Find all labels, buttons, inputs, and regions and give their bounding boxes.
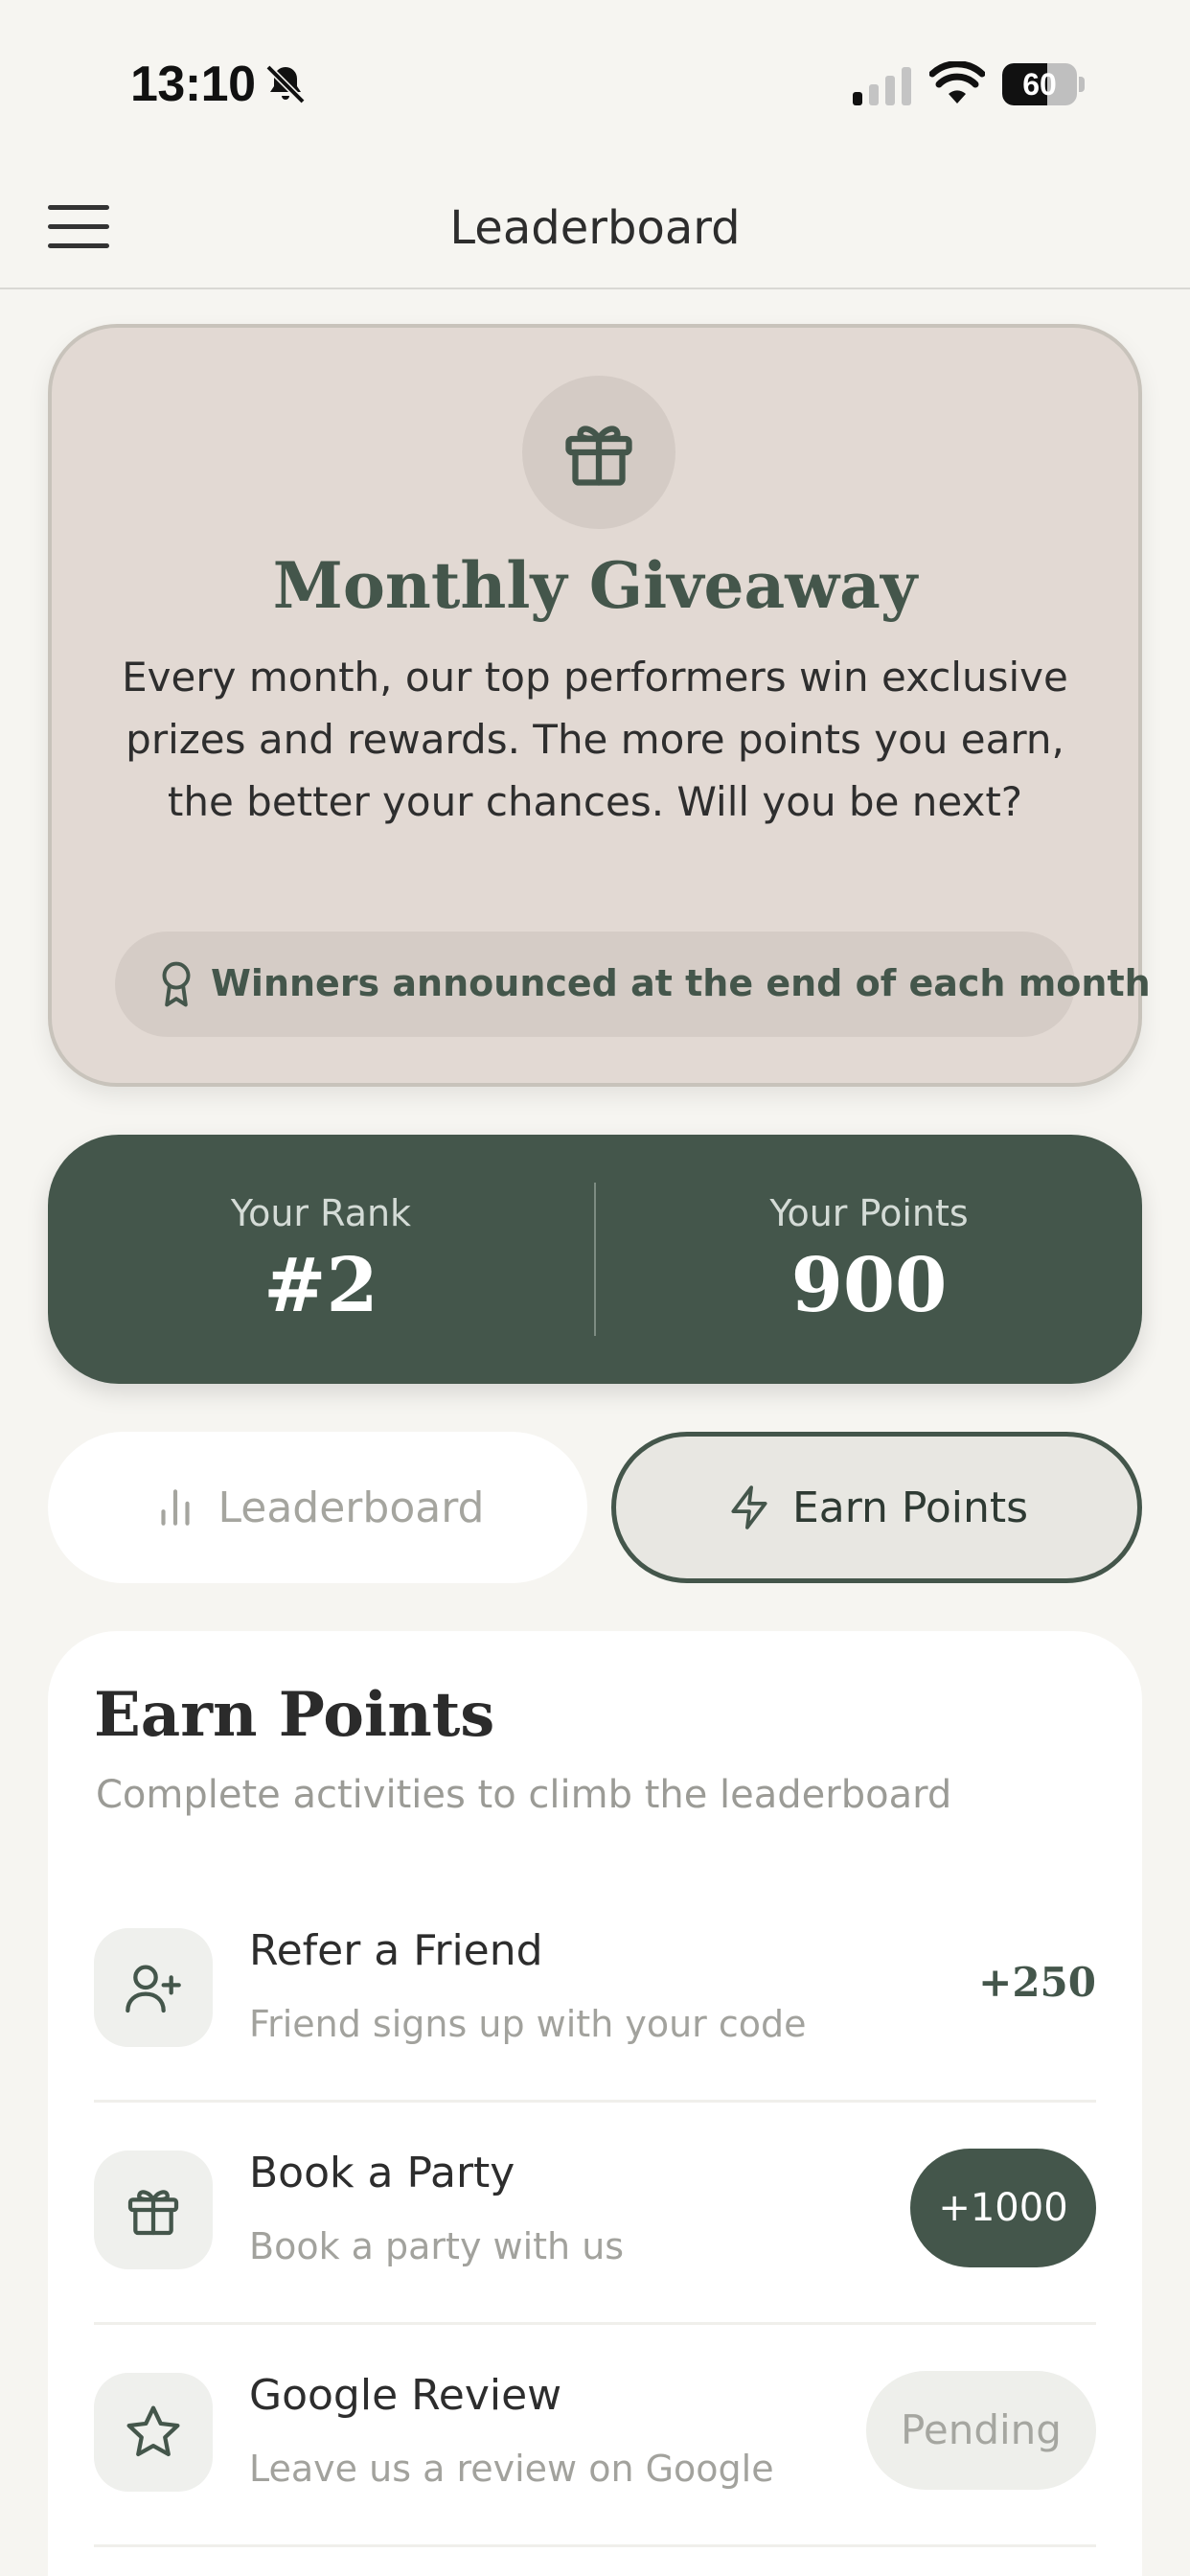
status-bar: 13:10 60 [0,0,1190,163]
points-stat: Your Points 900 [596,1135,1142,1384]
earn-points-panel: Earn Points Complete activities to climb… [48,1631,1142,2576]
bell-slash-icon [265,64,306,104]
tab-leaderboard-label: Leaderboard [217,1483,485,1532]
points-value: 900 [790,1242,948,1329]
nav-bar: Leaderboard [0,163,1190,289]
page-title: Leaderboard [449,201,741,255]
points-label: Your Points [769,1192,969,1234]
rank-stat: Your Rank #2 [48,1135,594,1384]
activity-name: Book a Party [249,2149,515,2197]
activity-description: Friend signs up with your code [249,2003,807,2045]
activity-description: Book a party with us [249,2225,625,2267]
giveaway-icon-badge [522,376,675,529]
star-icon [126,2405,180,2457]
activity-description: Leave us a review on Google [249,2448,774,2490]
wifi-icon [929,61,985,104]
activity-icon-badge [94,1928,213,2047]
tab-earn-points[interactable]: Earn Points [611,1432,1142,1583]
activity-points: +250 [978,1959,1096,2006]
giveaway-description: Every month, our top performers win excl… [122,654,1068,825]
user-plus-icon [126,1965,181,2013]
activity-book-party[interactable]: Book a Party Book a party with us +1000 [94,2103,1096,2325]
status-time: 13:10 [130,57,256,112]
activity-icon-badge [94,2373,213,2492]
bar-chart-icon [160,1489,190,1526]
rank-label: Your Rank [230,1192,412,1234]
tab-earn-points-label: Earn Points [791,1483,1029,1532]
user-stats-card: Your Rank #2 Your Points 900 [48,1135,1142,1384]
award-ribbon-icon [162,961,191,1007]
giveaway-title: Monthly Giveaway [272,548,918,623]
activity-name: Google Review [249,2371,562,2420]
activity-google-review[interactable]: Google Review Leave us a review on Googl… [94,2325,1096,2547]
monthly-giveaway-card: Monthly Giveaway Every month, our top pe… [48,324,1151,1087]
battery-percentage: 60 [1022,67,1057,102]
screen: 13:10 60 Leaderboard Monthly Giveaway Ev… [0,0,1190,2576]
earn-points-subtitle: Complete activities to climb the leaderb… [96,1773,952,1817]
rank-value: #2 [263,1242,378,1329]
gift-icon [127,2190,179,2236]
pending-status-badge: Pending [866,2371,1096,2490]
winners-announcement: Winners announced at the end of each mon… [115,932,1151,1037]
gift-icon [565,426,632,486]
earn-points-title: Earn Points [94,1679,495,1751]
activity-points-button[interactable]: +1000 [910,2149,1096,2267]
lightning-icon [731,1485,767,1530]
winners-text: Winners announced at the end of each mon… [211,962,1151,1004]
activity-icon-badge [94,2150,213,2269]
cellular-signal-icon [853,67,911,105]
activity-refer-friend[interactable]: Refer a Friend Friend signs up with your… [94,1880,1096,2103]
tab-leaderboard[interactable]: Leaderboard [48,1432,587,1583]
activity-name: Refer a Friend [249,1926,543,1975]
battery-icon: 60 [1002,63,1085,105]
